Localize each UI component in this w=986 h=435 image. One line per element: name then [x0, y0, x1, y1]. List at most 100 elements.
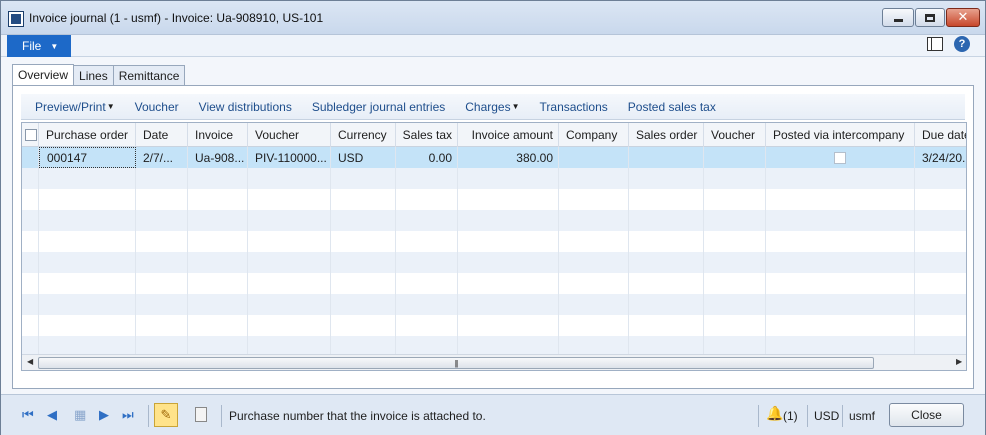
select-all-checkbox[interactable]	[22, 123, 39, 147]
sales-tax-cell[interactable]: 0.00	[396, 147, 458, 168]
empty-cell	[458, 168, 559, 189]
window-title: Invoice journal (1 - usmf) - Invoice: Ua…	[29, 11, 324, 25]
column-header-invoice[interactable]: Invoice	[188, 123, 248, 147]
empty-cell	[22, 231, 39, 252]
scroll-right-icon[interactable]: ▶	[956, 357, 962, 366]
empty-cell	[704, 189, 766, 210]
sales-order-cell[interactable]	[629, 147, 704, 168]
empty-cell	[629, 252, 704, 273]
purchase-order-cell[interactable]: 000147	[39, 147, 136, 168]
horizontal-scrollbar[interactable]: ◀ ||| ▶	[22, 354, 966, 370]
empty-table-row	[22, 294, 966, 315]
empty-table-row	[22, 252, 966, 273]
minimize-button[interactable]	[882, 8, 914, 27]
voucher-2-cell[interactable]	[704, 147, 766, 168]
posted-sales-tax-button[interactable]: Posted sales tax	[628, 100, 716, 114]
empty-cell	[396, 252, 458, 273]
empty-cell	[915, 168, 966, 189]
window-close-button[interactable]: ✕	[946, 8, 980, 27]
empty-cell	[915, 189, 966, 210]
layout-toggle-icon[interactable]	[927, 37, 943, 51]
empty-cell	[136, 252, 188, 273]
empty-cell	[559, 252, 629, 273]
column-header-sales-order[interactable]: Sales order	[629, 123, 704, 147]
empty-cell	[39, 315, 136, 336]
empty-cell	[248, 231, 331, 252]
edit-pencil-icon[interactable]: ✎	[154, 403, 178, 427]
charges-button[interactable]: Charges ▼	[465, 100, 519, 114]
scrollbar-thumb[interactable]: |||	[38, 357, 874, 369]
document-attachment-icon[interactable]	[195, 407, 207, 422]
grid-header: Purchase order Date Invoice Voucher Curr…	[22, 123, 966, 147]
last-record-icon[interactable]: ⏭	[122, 408, 134, 423]
charges-label: Charges	[465, 99, 511, 114]
column-header-invoice-amount[interactable]: Invoice amount	[458, 123, 559, 147]
grid-view-icon[interactable]: ▦	[74, 408, 86, 423]
invoice-cell[interactable]: Ua-908...	[188, 147, 248, 168]
notification-bell-icon[interactable]: 🔔	[766, 406, 783, 422]
table-row[interactable]: 000147 2/7/... Ua-908... PIV-110000... U…	[22, 147, 966, 168]
empty-cell	[559, 294, 629, 315]
empty-cell	[915, 294, 966, 315]
empty-cell	[396, 273, 458, 294]
help-icon[interactable]: ?	[954, 36, 970, 52]
column-header-company[interactable]: Company	[559, 123, 629, 147]
posted-via-intercompany-checkbox[interactable]	[766, 147, 915, 168]
date-cell[interactable]: 2/7/...	[136, 147, 188, 168]
notification-count[interactable]: (1)	[783, 409, 798, 423]
empty-cell	[629, 273, 704, 294]
scroll-left-icon[interactable]: ◀	[27, 357, 33, 366]
file-menu-button[interactable]: File ▼	[7, 35, 71, 57]
posted-sales-tax-label: Posted sales tax	[627, 99, 716, 114]
empty-cell	[704, 210, 766, 231]
column-header-posted-via-intercompany[interactable]: Posted via intercompany	[766, 123, 915, 147]
empty-cell	[22, 189, 39, 210]
empty-table-row	[22, 189, 966, 210]
column-header-currency[interactable]: Currency	[331, 123, 396, 147]
currency-cell[interactable]: USD	[331, 147, 396, 168]
tab-remittance[interactable]: Remittance	[113, 65, 186, 86]
empty-cell	[136, 294, 188, 315]
previous-record-icon[interactable]: ◀	[47, 408, 57, 423]
column-header-sales-tax[interactable]: Sales tax	[396, 123, 458, 147]
due-date-cell[interactable]: 3/24/20...	[915, 147, 966, 168]
empty-rows	[22, 168, 966, 370]
column-header-date[interactable]: Date	[136, 123, 188, 147]
tab-lines[interactable]: Lines	[74, 65, 114, 86]
voucher-button[interactable]: Voucher	[135, 100, 179, 114]
empty-cell	[629, 168, 704, 189]
empty-cell	[458, 189, 559, 210]
column-header-purchase-order[interactable]: Purchase order	[39, 123, 136, 147]
empty-table-row	[22, 210, 966, 231]
close-button[interactable]: Close	[889, 403, 964, 427]
empty-cell	[559, 210, 629, 231]
maximize-button[interactable]	[915, 8, 945, 27]
empty-cell	[248, 252, 331, 273]
first-record-icon[interactable]: ⏮	[22, 408, 34, 423]
minimize-icon	[893, 19, 903, 22]
row-selector[interactable]	[22, 147, 39, 168]
column-header-voucher-2[interactable]: Voucher	[704, 123, 766, 147]
invoice-journal-grid[interactable]: Purchase order Date Invoice Voucher Curr…	[21, 122, 967, 371]
empty-cell	[766, 252, 915, 273]
maximize-icon	[925, 13, 935, 22]
action-pane: Preview/Print ▼ Voucher View distribution…	[21, 94, 965, 120]
empty-cell	[704, 231, 766, 252]
tab-overview[interactable]: Overview	[12, 64, 75, 86]
transactions-button[interactable]: Transactions	[540, 100, 608, 114]
next-record-icon[interactable]: ▶	[99, 408, 109, 423]
preview-print-button[interactable]: Preview/Print ▼	[35, 100, 115, 114]
invoice-amount-cell[interactable]: 380.00	[458, 147, 559, 168]
view-distributions-button[interactable]: View distributions	[199, 100, 292, 114]
column-header-voucher[interactable]: Voucher	[248, 123, 331, 147]
status-bar: ⏮ ◀ ▦ ▶ ⏭ ✎ Purchase number that the inv…	[1, 394, 985, 435]
company-cell[interactable]	[559, 147, 629, 168]
empty-cell	[915, 315, 966, 336]
empty-cell	[136, 210, 188, 231]
empty-cell	[188, 210, 248, 231]
subledger-journal-entries-button[interactable]: Subledger journal entries	[312, 100, 445, 114]
empty-cell	[629, 294, 704, 315]
column-header-due-date[interactable]: Due date	[915, 123, 966, 147]
voucher-cell[interactable]: PIV-110000...	[248, 147, 331, 168]
divider	[758, 405, 759, 427]
